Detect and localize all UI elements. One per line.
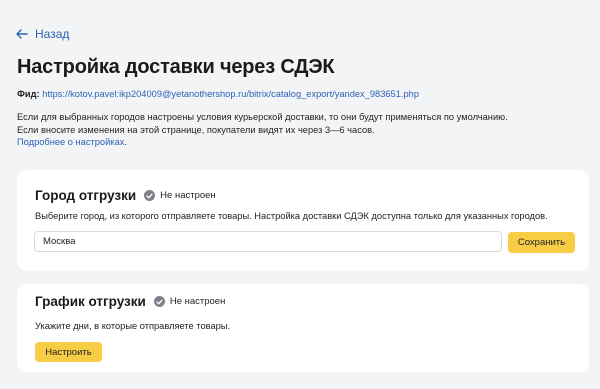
check-circle-icon	[144, 190, 156, 201]
shipping-schedule-card: График отгрузки Не настроен Укажите дни,…	[17, 284, 589, 372]
page-title: Настройка доставки через СДЭК	[17, 56, 335, 78]
shipping-schedule-status-text: Не настроен	[169, 296, 226, 307]
shipping-schedule-header: График отгрузки Не настроен	[35, 294, 225, 309]
shipping-city-hint: Выберите город, из которого отправляете …	[35, 211, 548, 221]
more-settings-link[interactable]: Подробнее о настройках	[17, 137, 124, 147]
shipping-city-title: Город отгрузки	[35, 188, 137, 203]
arrow-left-icon	[16, 29, 28, 39]
more-settings-suffix: .	[124, 137, 127, 148]
check-circle-icon	[153, 296, 165, 307]
shipping-schedule-status: Не настроен	[153, 296, 226, 307]
shipping-city-status: Не настроен	[144, 190, 216, 201]
description-line-1: Если для выбранных городов настроены усл…	[17, 112, 508, 122]
feed-url-link[interactable]: https://kotov.pavel:ikp204009@yetanother…	[42, 89, 419, 99]
shipping-schedule-hint: Укажите дни, в которые отправляете товар…	[35, 321, 231, 331]
back-link[interactable]: Назад	[16, 27, 69, 41]
back-link-label: Назад	[35, 27, 70, 41]
feed-info: Фид: https://kotov.pavel:ikp204009@yetan…	[17, 89, 419, 99]
shipping-city-status-text: Не настроен	[160, 190, 216, 201]
save-button[interactable]: Сохранить	[508, 232, 575, 253]
description-line-2: Если вносите изменения на этой странице,…	[17, 124, 375, 135]
shipping-schedule-title: График отгрузки	[35, 294, 146, 309]
city-input[interactable]	[34, 231, 502, 252]
shipping-city-header: Город отгрузки Не настроен	[35, 188, 216, 203]
configure-button[interactable]: Настроить	[35, 342, 102, 362]
feed-label: Фид:	[17, 89, 40, 99]
shipping-city-card: Город отгрузки Не настроен Выберите горо…	[17, 170, 589, 271]
page-description: Если для выбранных городов настроены усл…	[17, 111, 587, 149]
